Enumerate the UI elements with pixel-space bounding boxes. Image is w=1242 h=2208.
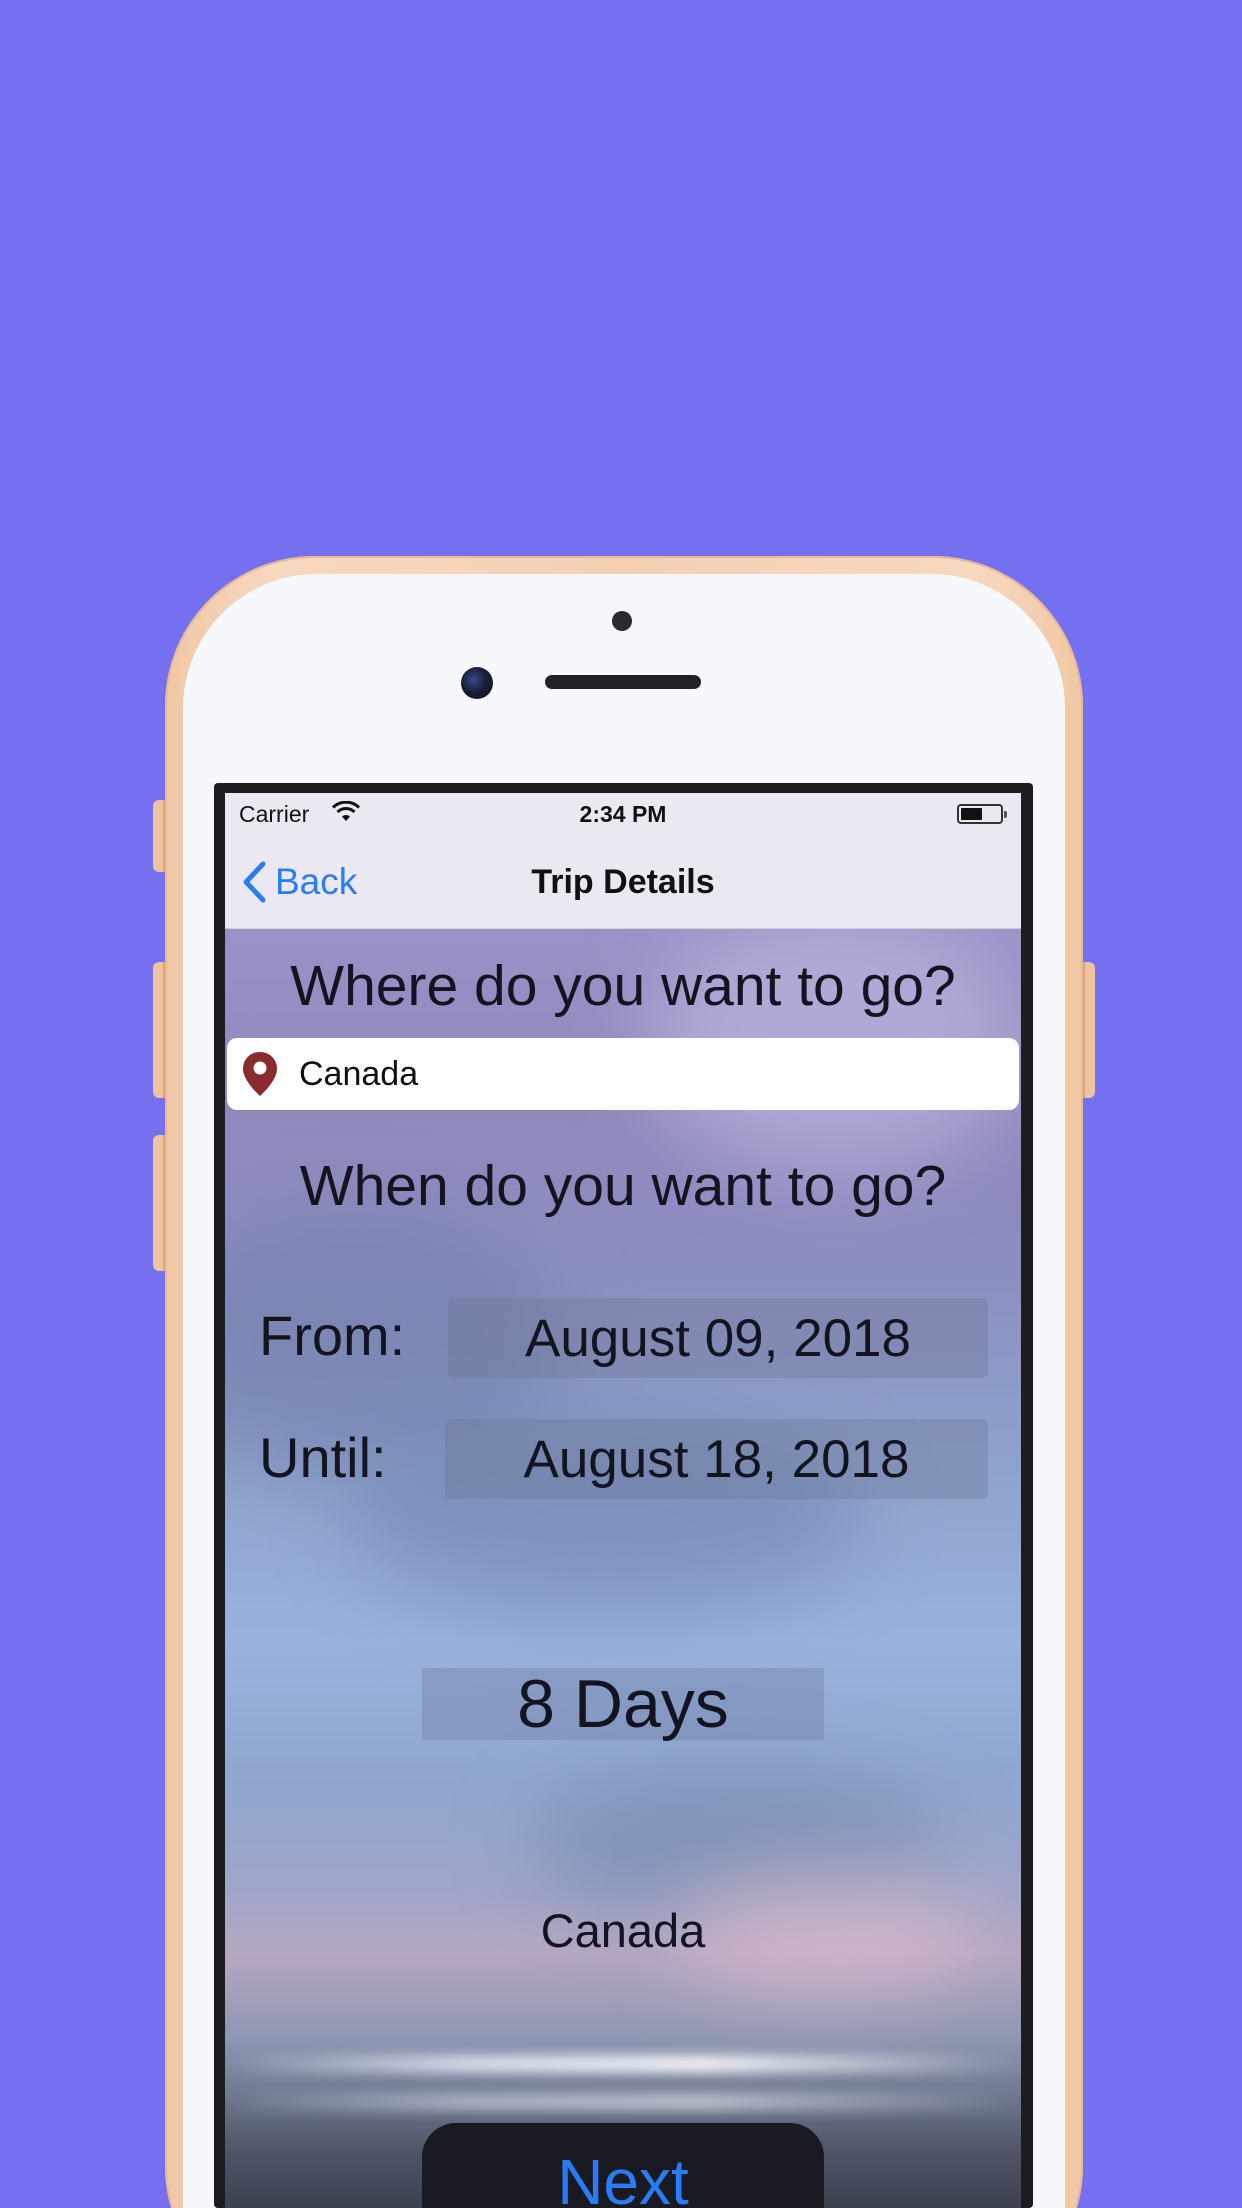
app-screen: Carrier 2:34 PM Back Trip Details Where … <box>225 793 1021 2208</box>
navigation-bar: Back Trip Details <box>225 833 1021 929</box>
status-bar: Carrier 2:34 PM <box>225 793 1021 833</box>
destination-search-box[interactable] <box>227 1038 1019 1110</box>
earpiece-speaker <box>545 675 701 689</box>
mute-switch <box>153 800 165 872</box>
until-label: Until: <box>259 1426 387 1489</box>
battery-icon <box>957 804 1007 824</box>
volume-down-button <box>153 1135 165 1271</box>
selected-destination-label: Canada <box>540 1904 706 1957</box>
until-date-field[interactable]: August 18, 2018 <box>445 1419 988 1499</box>
battery-nub <box>1004 811 1007 818</box>
from-label: From: <box>259 1304 406 1367</box>
battery-level-fill <box>961 808 982 820</box>
from-date-field[interactable]: August 09, 2018 <box>448 1298 988 1378</box>
front-camera-icon <box>461 667 493 699</box>
power-button <box>1083 962 1095 1098</box>
map-pin-icon <box>243 1052 277 1096</box>
volume-up-button <box>153 962 165 1098</box>
background-wave <box>225 2055 1021 2073</box>
background-wave <box>225 2093 1021 2111</box>
destination-input[interactable] <box>299 1054 979 1094</box>
trip-duration: 8 Days <box>422 1666 824 1742</box>
dates-question: When do you want to go? <box>299 1154 947 1218</box>
status-time: 2:34 PM <box>579 801 667 827</box>
page-title: Trip Details <box>531 863 715 901</box>
proximity-sensor <box>612 611 632 631</box>
destination-question: Where do you want to go? <box>290 954 956 1018</box>
next-button[interactable]: Next <box>422 2123 824 2208</box>
